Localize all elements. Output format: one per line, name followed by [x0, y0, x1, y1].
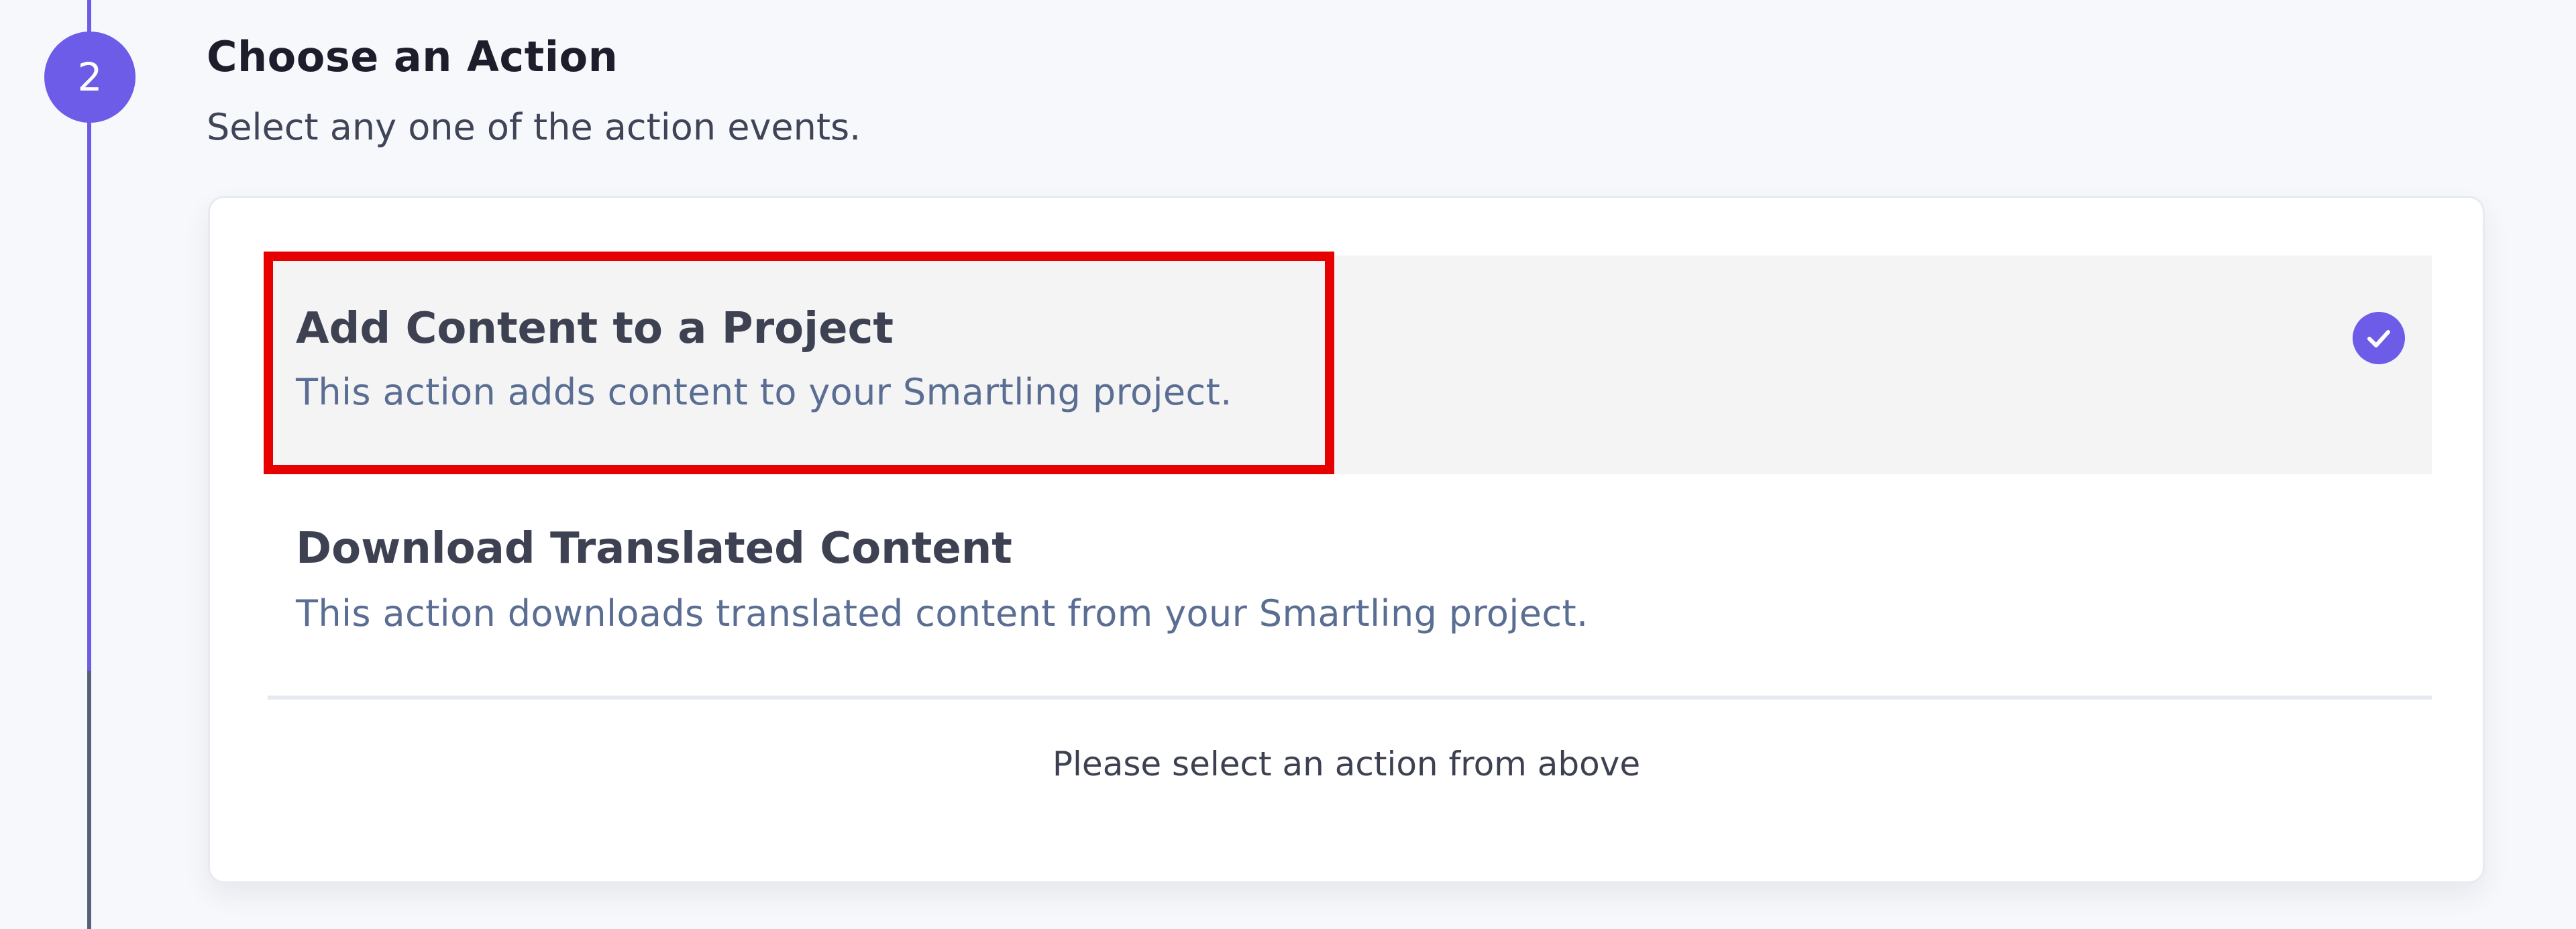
check-circle-icon [2353, 312, 2405, 364]
action-option-add-content[interactable]: Add Content to a Project This action add… [268, 256, 2432, 474]
action-selection-card: Add Content to a Project This action add… [208, 196, 2485, 883]
section-subtitle: Select any one of the action events. [207, 106, 861, 148]
option-description: This action adds content to your Smartli… [296, 371, 1232, 413]
choose-action-step: 2 Choose an Action Select any one of the… [0, 0, 2576, 929]
section-title: Choose an Action [207, 32, 619, 81]
action-option-download-translated[interactable]: Download Translated Content This action … [268, 474, 2432, 693]
selection-hint: Please select an action from above [1052, 745, 1641, 783]
divider [268, 696, 2432, 700]
step-number-badge: 2 [44, 32, 136, 123]
checkmark-icon [2367, 330, 2390, 347]
option-title: Download Translated Content [296, 524, 1012, 573]
option-title: Add Content to a Project [296, 304, 894, 353]
timeline-line-lower [87, 671, 91, 929]
option-description: This action downloads translated content… [296, 592, 1589, 635]
